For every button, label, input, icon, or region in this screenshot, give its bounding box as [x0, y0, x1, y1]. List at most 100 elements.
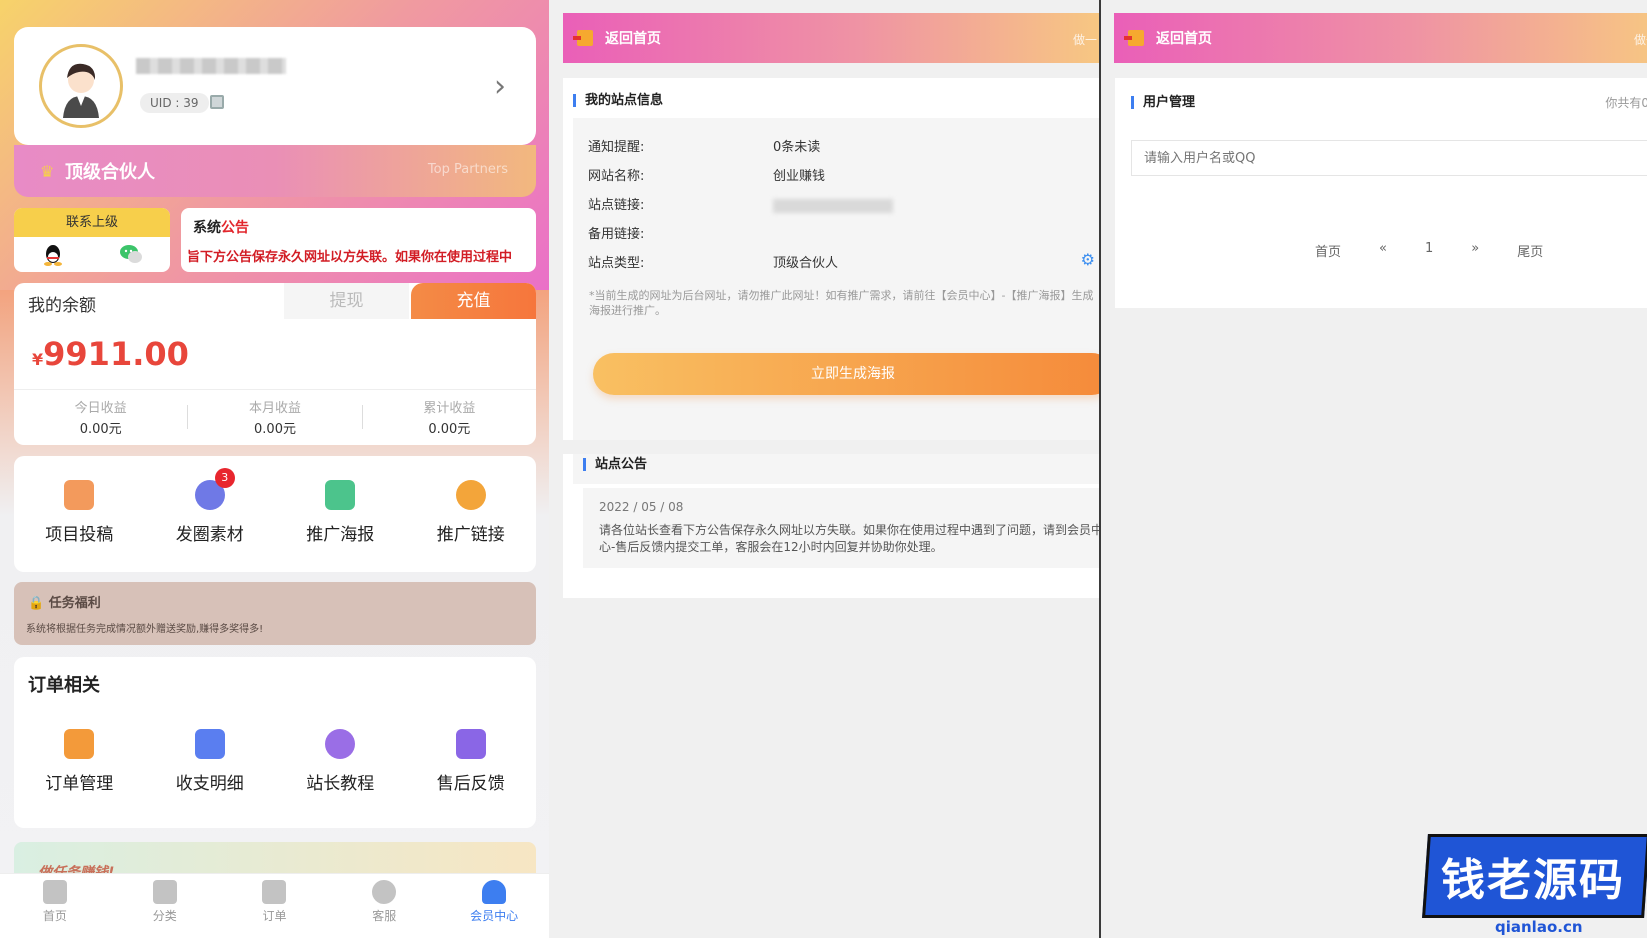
user-management-panel: 返回首页 做一 用户管理 你共有0个 首页 « 1 » 尾页 — [1101, 0, 1647, 938]
order-section-title: 订单相关 — [28, 675, 100, 696]
contact-superior-label: 联系上级 — [14, 208, 170, 237]
chart-icon — [325, 729, 356, 759]
announcement-title: 站点公告 — [583, 458, 647, 471]
user-count: 你共有0个 — [1605, 96, 1647, 110]
stat-label: 本月收益 — [248, 401, 301, 416]
grid-item-label: 售后反馈 — [436, 774, 505, 794]
grid-item-label: 项目投稿 — [45, 525, 114, 545]
site-hint: *当前生成的网址为后台网址，请勿推广此网址！如有推广需求，请前往【会员中心】-【… — [589, 289, 1094, 317]
grid-item-label: 推广链接 — [436, 525, 505, 545]
back-home-icon[interactable] — [1124, 30, 1144, 46]
headset-icon — [372, 880, 397, 904]
income-expense-detail[interactable]: 收支明细 — [145, 729, 276, 794]
copy-icon[interactable] — [210, 95, 224, 109]
webmaster-tutorial[interactable]: 站长教程 — [275, 729, 406, 794]
feature-grid: 项目投稿 3 发圈素材 推广海报 推广链接 — [14, 456, 536, 572]
profile-card[interactable]: UID : 39 › — [14, 27, 536, 145]
list-icon — [64, 729, 95, 759]
grid-item-moments-material[interactable]: 3 发圈素材 — [145, 456, 276, 572]
home-icon — [42, 880, 67, 904]
grid-item-label: 站长教程 — [306, 774, 375, 794]
announcement-date: 2022 / 05 / 08 — [599, 500, 684, 514]
avatar[interactable] — [39, 44, 123, 128]
balance-value: 9911.00 — [43, 335, 189, 373]
site-info-card: 我的站点信息 通知提醒: 0条未读 网站名称: 创业赚钱 站点链接: 备用链接: 站… — [563, 78, 1099, 598]
pager-next[interactable]: » — [1471, 241, 1479, 260]
notification-badge: 3 — [214, 468, 235, 488]
pager-page-1[interactable]: 1 — [1425, 241, 1433, 260]
info-key: 备用链接: — [588, 227, 645, 242]
order-icon — [262, 880, 287, 904]
member-center-panel: UID : 39 › ♛ 顶级合伙人 Top Partners 联系上级 系统公… — [0, 0, 549, 938]
earnings-stats: 今日收益 0.00元 本月收益 0.00元 累计收益 0.00元 — [14, 397, 536, 437]
site-link-redacted — [773, 198, 893, 213]
tab-category[interactable]: 分类 — [110, 874, 220, 938]
receipt-icon — [194, 729, 225, 759]
grid-item-label: 发圈素材 — [175, 525, 244, 545]
task-rewards-title: 🔒 任务福利 — [28, 596, 101, 611]
divider — [563, 440, 1099, 454]
tab-orders[interactable]: 订单 — [220, 874, 330, 938]
order-management[interactable]: 订单管理 — [14, 729, 145, 794]
info-row-site-type: 站点类型: 顶级合伙人 — [588, 252, 838, 271]
tab-home[interactable]: 首页 — [0, 874, 110, 938]
pagination: 首页 « 1 » 尾页 — [1315, 241, 1581, 260]
tab-label: 会员中心 — [470, 909, 519, 923]
grid-item-label: 收支明细 — [175, 774, 244, 794]
image-icon — [325, 480, 356, 510]
site-info-box: 通知提醒: 0条未读 网站名称: 创业赚钱 站点链接: 备用链接: 站点类型: 顶级合… — [573, 118, 1099, 484]
partner-subtitle: Top Partners — [427, 162, 508, 177]
watermark-logo: 钱老源码 qianlao.cn — [1422, 826, 1647, 938]
back-home-link[interactable]: 返回首页 — [605, 28, 661, 48]
withdraw-button[interactable]: 提现 — [284, 283, 409, 319]
watermark-sub: qianlao.cn — [1495, 918, 1583, 936]
info-key: 网站名称: — [588, 169, 645, 184]
divider — [14, 389, 536, 390]
gear-icon[interactable]: ⚙ — [1081, 250, 1095, 269]
contact-superior[interactable]: 联系上级 — [14, 208, 170, 272]
back-home-icon[interactable] — [573, 30, 593, 46]
task-rewards-card[interactable]: 🔒 任务福利 系统将根据任务完成情况额外赠送奖励,赚得多奖得多! — [14, 582, 536, 645]
stat-value: 0.00元 — [428, 422, 471, 437]
watermark-text: 钱老源码 — [1441, 855, 1625, 906]
pager-first[interactable]: 首页 — [1315, 241, 1341, 260]
pager-last[interactable]: 尾页 — [1517, 241, 1543, 260]
grid-item-promo-link[interactable]: 推广链接 — [406, 456, 537, 572]
generate-poster-button[interactable]: 立即生成海报 — [593, 353, 1099, 395]
recharge-button[interactable]: 充值 — [411, 283, 536, 319]
tab-service[interactable]: 客服 — [329, 874, 439, 938]
user-management-card: 用户管理 你共有0个 首页 « 1 » 尾页 — [1115, 78, 1647, 308]
section-title: 我的站点信息 — [573, 94, 663, 107]
username-redacted — [136, 58, 286, 74]
qq-icon[interactable] — [42, 243, 64, 267]
grid-icon — [152, 880, 177, 904]
user-search-input[interactable] — [1131, 140, 1647, 176]
info-key: 站点链接: — [588, 198, 645, 213]
info-row-notice: 通知提醒: 0条未读 — [588, 136, 820, 155]
balance-card: 我的余额 提现 充值 ¥9911.00 今日收益 0.00元 本月收益 0.00元 … — [14, 283, 536, 445]
system-notice[interactable]: 系统公告 旨下方公告保存永久网址以方失联。如果你在使用过程中 — [181, 208, 536, 272]
announcement-text: 请各位站长查看下方公告保存永久网址以方失联。如果你在使用过程中遇到了问题，请到会… — [599, 523, 1099, 554]
notice-marquee: 旨下方公告保存永久网址以方失联。如果你在使用过程中 — [187, 250, 513, 265]
info-key: 站点类型: — [588, 256, 645, 271]
wechat-icon[interactable] — [119, 243, 143, 265]
chevron-right-icon[interactable]: › — [494, 69, 506, 104]
tab-label: 订单 — [262, 909, 287, 923]
tab-member-center[interactable]: 会员中心 — [439, 874, 549, 938]
pager-prev[interactable]: « — [1379, 241, 1387, 260]
grid-item-promo-poster[interactable]: 推广海报 — [275, 456, 406, 572]
stat-label: 今日收益 — [74, 401, 127, 416]
section-title: 用户管理 — [1131, 96, 1195, 109]
grid-item-label: 订单管理 — [45, 774, 114, 794]
task-rewards-desc: 系统将根据任务完成情况额外赠送奖励,赚得多奖得多! — [26, 624, 264, 635]
tab-label: 首页 — [42, 909, 67, 923]
back-home-link[interactable]: 返回首页 — [1156, 28, 1212, 48]
currency-symbol: ¥ — [32, 350, 44, 369]
task-title-text: 任务福利 — [48, 596, 101, 611]
after-sales-feedback[interactable]: 售后反馈 — [406, 729, 537, 794]
grid-item-project-submit[interactable]: 项目投稿 — [14, 456, 145, 572]
balance-amount: ¥9911.00 — [32, 335, 189, 373]
stat-today: 今日收益 0.00元 — [14, 397, 187, 437]
aperture-icon: 3 — [194, 468, 235, 510]
stat-value: 0.00元 — [79, 422, 122, 437]
